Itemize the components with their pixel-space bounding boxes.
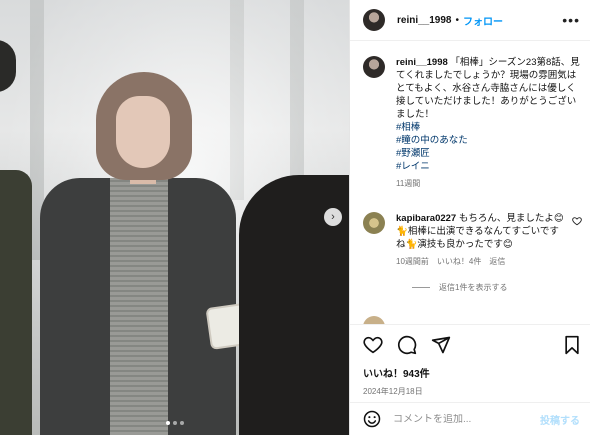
chevron-right-icon[interactable]: › (324, 208, 342, 226)
replies-divider (412, 287, 430, 288)
hashtag-link[interactable]: #瞳の中のあなた (396, 134, 580, 147)
comment-input[interactable] (393, 413, 540, 425)
subject-shirt (110, 178, 168, 435)
post-photo[interactable]: › (0, 0, 349, 435)
heart-outline-icon[interactable] (572, 216, 582, 228)
carousel-dot (165, 421, 170, 425)
comment-likes[interactable]: いいね！4件 (437, 255, 481, 268)
hashtag-link[interactable]: #相棒 (396, 121, 580, 134)
header-username[interactable]: reini__1998 (397, 15, 452, 26)
avatar[interactable] (363, 316, 385, 324)
avatar[interactable] (363, 212, 385, 234)
person-left (0, 170, 32, 435)
heart-icon[interactable] (363, 336, 383, 354)
carousel-dot (172, 421, 177, 425)
bookmark-icon[interactable] (564, 335, 580, 355)
view-replies-button[interactable]: 返信1件を表示する (412, 282, 580, 293)
post-header: reini__1998 • フォロー ••• (350, 0, 590, 41)
header-separator: • (455, 14, 460, 26)
carousel-dot (179, 421, 184, 425)
comment-icon[interactable] (397, 335, 417, 355)
post-comment-button[interactable]: 投稿する (540, 412, 580, 427)
caption-text: reini__1998 「相棒」シーズン23第8話、見てくれましたでしょうか？現… (396, 56, 580, 190)
subject-face (116, 96, 170, 168)
carousel-dots (0, 421, 349, 425)
post-date: 2024年12月18日 (363, 387, 423, 396)
post-caption: reini__1998 「相棒」シーズン23第8話、見てくれましたでしょうか？現… (363, 56, 580, 190)
more-horizontal-icon[interactable]: ••• (562, 12, 580, 28)
hashtag-link[interactable]: #レイニ (396, 160, 580, 173)
comment-meta: 10週間前 いいね！4件 返信 (396, 255, 566, 268)
action-icons (363, 334, 580, 356)
post-actions: いいね！943件 2024年12月18日 (350, 324, 590, 397)
avatar[interactable] (363, 56, 385, 78)
view-replies-label: 返信1件を表示する (439, 283, 508, 292)
comment-time[interactable]: 10週間前 (396, 255, 429, 268)
caption-time[interactable]: 11週間 (396, 177, 580, 190)
comments-area[interactable]: reini__1998 「相棒」シーズン23第8話、見てくれましたでしょうか？現… (350, 41, 590, 324)
instagram-post-modal: › reini__1998 • フォロー ••• reini__1998 「相棒… (0, 0, 590, 435)
follow-button[interactable]: フォロー (463, 13, 503, 28)
avatar[interactable] (363, 9, 385, 31)
like-count[interactable]: いいね！943件 (363, 365, 580, 380)
post-side-panel: reini__1998 • フォロー ••• reini__1998 「相棒」シ… (349, 0, 590, 435)
hashtag-link[interactable]: #野瀬匠 (396, 147, 580, 160)
comment-text: kapibara0227 もちろん、見ましたよ😊🐈相棒に出演できるなんてすごいで… (396, 212, 566, 268)
smiley-icon[interactable] (363, 410, 381, 428)
reply-button[interactable]: 返信 (489, 255, 505, 268)
share-icon[interactable] (431, 335, 451, 355)
caption-username[interactable]: reini__1998 (396, 57, 448, 68)
comment-composer: 投稿する (350, 402, 590, 435)
comment-item: kapibara0227 もちろん、見ましたよ😊🐈相棒に出演できるなんてすごいで… (363, 212, 582, 268)
comment-username[interactable]: kapibara0227 (396, 213, 456, 224)
